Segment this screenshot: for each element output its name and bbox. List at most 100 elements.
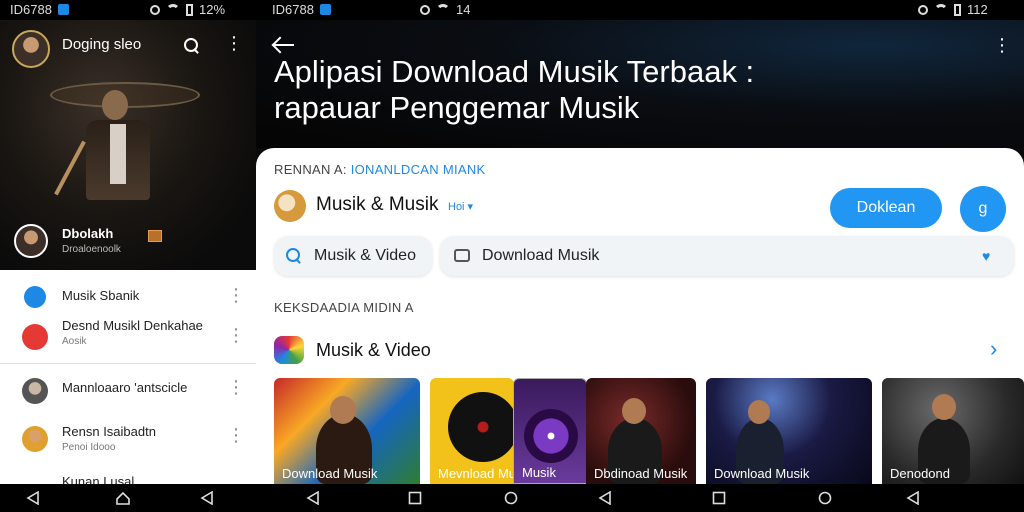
chip-label: Musik & Video — [314, 247, 416, 264]
contact-avatar — [22, 378, 48, 404]
drawer-item[interactable]: Musik Sbanik — [0, 282, 256, 318]
status-bar: ID6788 12% ID6788 14 112 — [0, 0, 1024, 20]
status-time-right: 112 — [967, 2, 988, 17]
nav-home-icon[interactable] — [116, 491, 130, 505]
page-title: Aplipasi Download Musik Terbaak : rapaua… — [274, 54, 994, 126]
nav-home-icon[interactable] — [504, 491, 518, 505]
search-icon[interactable] — [184, 38, 200, 54]
battery-icon — [186, 3, 193, 16]
drawer-item-title: Mannloaaro 'antscicle — [62, 380, 188, 395]
category-icon — [274, 336, 304, 364]
notification-icon — [319, 4, 331, 15]
profile-avatar[interactable] — [12, 30, 50, 68]
figure-head — [102, 90, 128, 120]
nav-recents-icon[interactable] — [712, 491, 726, 505]
chip-label: Download Musik — [482, 247, 600, 264]
drawer-item-title: Kunan Lusal — [62, 474, 135, 484]
thumbnail[interactable]: Musik — [513, 378, 587, 484]
user-card[interactable]: Dbolakh Droaloenoolk — [14, 224, 254, 264]
drawer-item-subtitle: Penoi Idooo — [62, 442, 116, 453]
section-heading-2: KEKSDAADIA MIDIN A — [274, 300, 414, 315]
more-options-icon[interactable] — [225, 34, 243, 54]
thumbnail[interactable]: Download Musik — [706, 378, 872, 484]
thumbnail-caption: Download Musik — [714, 466, 810, 481]
content-card: RENNAN A: IONANLDCAN MIANK Musik & Musik… — [256, 148, 1024, 484]
drawer-item[interactable]: Mannloaaro 'antscicle — [0, 374, 256, 410]
user-badge-icon — [148, 230, 162, 242]
nav-back-icon[interactable] — [26, 490, 40, 506]
drawer-item[interactable]: Rensn Isaibadtn Penoi Idooo — [0, 420, 256, 460]
clock-icon — [24, 286, 46, 308]
wifi-icon — [934, 4, 948, 15]
status-battery-left: 12% — [199, 2, 226, 17]
chip-download-music[interactable]: Download Musik ♥ — [440, 236, 1014, 276]
person-head — [330, 396, 356, 424]
status-center: ID6788 — [272, 2, 331, 17]
chevron-right-icon[interactable]: › — [990, 336, 997, 362]
location-icon — [150, 4, 160, 15]
item-more-icon[interactable] — [227, 426, 245, 446]
thumbnail-caption: Dbdinoad Musik — [594, 466, 688, 481]
drawer-item[interactable]: Kunan Lusal — [0, 470, 256, 484]
category-row[interactable]: Musik & Video › — [274, 336, 1014, 366]
contact-avatar — [22, 426, 48, 452]
thumbnail-caption: Download Musik — [282, 466, 378, 481]
app-row: Musik & Musik Hoi ▾ Doklean g — [274, 186, 1014, 232]
drawer-list: Musik Sbanik Desnd Musikl Denkahae Aosik… — [0, 270, 256, 484]
thumbnail-caption: Denodond — [890, 466, 950, 481]
chat-icon — [454, 249, 470, 262]
bluetooth-icon — [918, 4, 928, 15]
thumbnail[interactable]: Mevnload Musik — [430, 378, 514, 484]
status-left-icons: 12% — [150, 2, 225, 17]
guitar-neck — [54, 140, 86, 196]
category-name: Musik & Video — [316, 340, 431, 360]
nav-back-icon[interactable] — [200, 490, 214, 506]
nav-home-icon[interactable] — [818, 491, 832, 505]
wifi-icon — [166, 4, 180, 15]
thumbnail-row: Download Musik Mevnload Musik Musik Dbdi… — [274, 378, 1024, 484]
nav-back-icon[interactable] — [306, 490, 320, 506]
nav-recents-icon[interactable] — [408, 491, 422, 505]
round-action-button[interactable]: g — [960, 186, 1006, 232]
status-id-left: ID6788 — [10, 2, 52, 17]
person-head — [932, 394, 956, 420]
thumbnail[interactable]: Dbdinoad Musik — [586, 378, 696, 484]
chip-music-video[interactable]: Musik & Video — [274, 236, 432, 276]
drawer-item-title: Desnd Musikl Denkahae — [62, 318, 203, 333]
person-head — [748, 400, 770, 424]
back-arrow-icon[interactable] — [272, 36, 294, 54]
section-heading-link[interactable]: IONANLDCAN MIANK — [351, 162, 486, 177]
app-logo — [274, 190, 306, 222]
thumbnail-caption: Mevnload Musik — [438, 466, 514, 481]
wifi-icon — [436, 4, 450, 15]
download-button[interactable]: Doklean — [830, 188, 942, 228]
right-panel: Aplipasi Download Musik Terbaak : rapaua… — [256, 20, 1024, 484]
search-icon — [286, 248, 302, 264]
app-name[interactable]: Musik & Musik — [316, 194, 438, 216]
user-avatar — [14, 224, 48, 258]
more-options-icon[interactable] — [993, 36, 1011, 56]
heart-icon[interactable]: ♥ — [982, 248, 990, 264]
battery-icon — [954, 3, 961, 16]
location-icon — [420, 4, 430, 15]
section-heading: RENNAN A: IONANLDCAN MIANK — [274, 162, 486, 177]
app-tag-dropdown[interactable]: Hoi ▾ — [448, 200, 473, 213]
nav-back-icon[interactable] — [906, 490, 920, 506]
thumbnail[interactable]: Denodond — [882, 378, 1024, 484]
chip-row: Musik & Video Download Musik ♥ — [274, 236, 1014, 276]
drawer-item[interactable]: Desnd Musikl Denkahae Aosik — [0, 318, 256, 362]
item-more-icon[interactable] — [227, 326, 245, 346]
thumbnail[interactable]: Download Musik — [274, 378, 420, 484]
user-subtitle: Droaloenoolk — [62, 244, 121, 255]
drawer-item-subtitle: Aosik — [62, 336, 87, 347]
nav-back-icon[interactable] — [598, 490, 612, 506]
hero-image: Doging sleo Dbolakh Droaloenoolk — [0, 20, 256, 270]
status-right: 112 — [918, 2, 988, 17]
person-head — [622, 398, 646, 424]
thumbnail-caption: Musik — [522, 465, 556, 480]
figure-shirt — [110, 124, 126, 184]
drawer-item-title: Musik Sbanik — [62, 288, 140, 303]
status-id-center: ID6788 — [272, 2, 314, 17]
item-more-icon[interactable] — [227, 378, 245, 398]
item-more-icon[interactable] — [227, 286, 245, 306]
